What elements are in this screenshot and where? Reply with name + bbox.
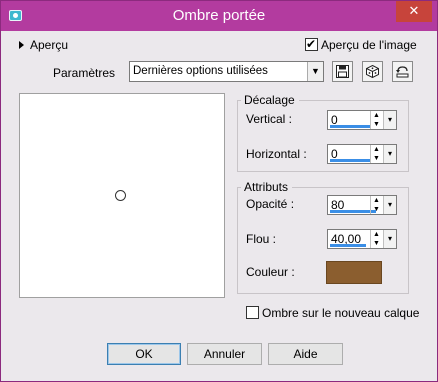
offset-group-title: Décalage xyxy=(241,94,299,107)
chevron-down-icon[interactable]: ▾ xyxy=(383,145,396,163)
dice-icon xyxy=(366,64,379,79)
color-swatch[interactable] xyxy=(326,261,382,284)
reset-arrow-icon xyxy=(396,66,409,78)
attributes-group-title: Attributs xyxy=(241,181,293,194)
dialog-window: Ombre portée ✕ Aperçu Aperçu de l'image … xyxy=(0,0,438,382)
preview-toggle-label: Aperçu xyxy=(30,38,69,52)
chevron-down-icon[interactable]: ▼ xyxy=(307,62,323,81)
shadow-position-handle[interactable] xyxy=(115,190,126,201)
reset-preset-button[interactable] xyxy=(392,61,413,82)
checkbox-unchecked-icon[interactable] xyxy=(246,306,259,319)
checkbox-checked-icon[interactable] xyxy=(305,36,318,52)
random-preset-button[interactable] xyxy=(362,61,383,82)
image-preview-label: Aperçu de l'image xyxy=(321,38,417,52)
horizontal-input[interactable]: 0 ▲ ▼ ▾ xyxy=(327,144,397,164)
expand-triangle-icon xyxy=(19,41,24,49)
horizontal-slider-bar[interactable] xyxy=(330,159,370,162)
params-label: Paramètres xyxy=(53,66,116,80)
opacity-label: Opacité : xyxy=(246,197,295,211)
chevron-down-icon[interactable]: ▾ xyxy=(383,111,396,129)
up-down-arrows-icon[interactable]: ▲ ▼ xyxy=(370,196,382,214)
vertical-label: Vertical : xyxy=(246,112,293,126)
up-down-arrows-icon[interactable]: ▲ ▼ xyxy=(370,145,382,163)
new-layer-checkbox[interactable]: Ombre sur le nouveau calque xyxy=(246,305,419,321)
blur-slider-bar[interactable] xyxy=(330,244,366,247)
preset-select[interactable]: Dernières options utilisées ▼ xyxy=(129,61,324,82)
ok-button[interactable]: OK xyxy=(107,343,181,365)
new-layer-label: Ombre sur le nouveau calque xyxy=(262,306,420,320)
horizontal-label: Horizontal : xyxy=(246,147,307,161)
preset-select-value: Dernières options utilisées xyxy=(133,65,268,77)
vertical-input[interactable]: 0 ▲ ▼ ▾ xyxy=(327,110,397,130)
blur-label: Flou : xyxy=(246,232,277,246)
save-preset-button[interactable] xyxy=(332,61,353,82)
opacity-input[interactable]: 80 ▲ ▼ ▾ xyxy=(327,195,397,215)
title-bar[interactable]: Ombre portée ✕ xyxy=(1,1,437,31)
window-title: Ombre portée xyxy=(172,7,266,24)
preview-toggle[interactable]: Aperçu xyxy=(19,37,68,53)
image-preview-checkbox[interactable]: Aperçu de l'image xyxy=(305,36,417,53)
help-button[interactable]: Aide xyxy=(268,343,343,365)
vertical-slider-bar[interactable] xyxy=(330,125,370,128)
up-down-arrows-icon[interactable]: ▲ ▼ xyxy=(370,111,382,129)
chevron-down-icon[interactable]: ▾ xyxy=(383,196,396,214)
up-down-arrows-icon[interactable]: ▲ ▼ xyxy=(370,230,382,248)
chevron-down-icon[interactable]: ▾ xyxy=(383,230,396,248)
floppy-disk-icon xyxy=(336,65,349,78)
close-button[interactable]: ✕ xyxy=(396,1,432,22)
cancel-button[interactable]: Annuler xyxy=(187,343,262,365)
blur-input[interactable]: 40,00 ▲ ▼ ▾ xyxy=(327,229,397,249)
color-label: Couleur : xyxy=(246,265,295,279)
